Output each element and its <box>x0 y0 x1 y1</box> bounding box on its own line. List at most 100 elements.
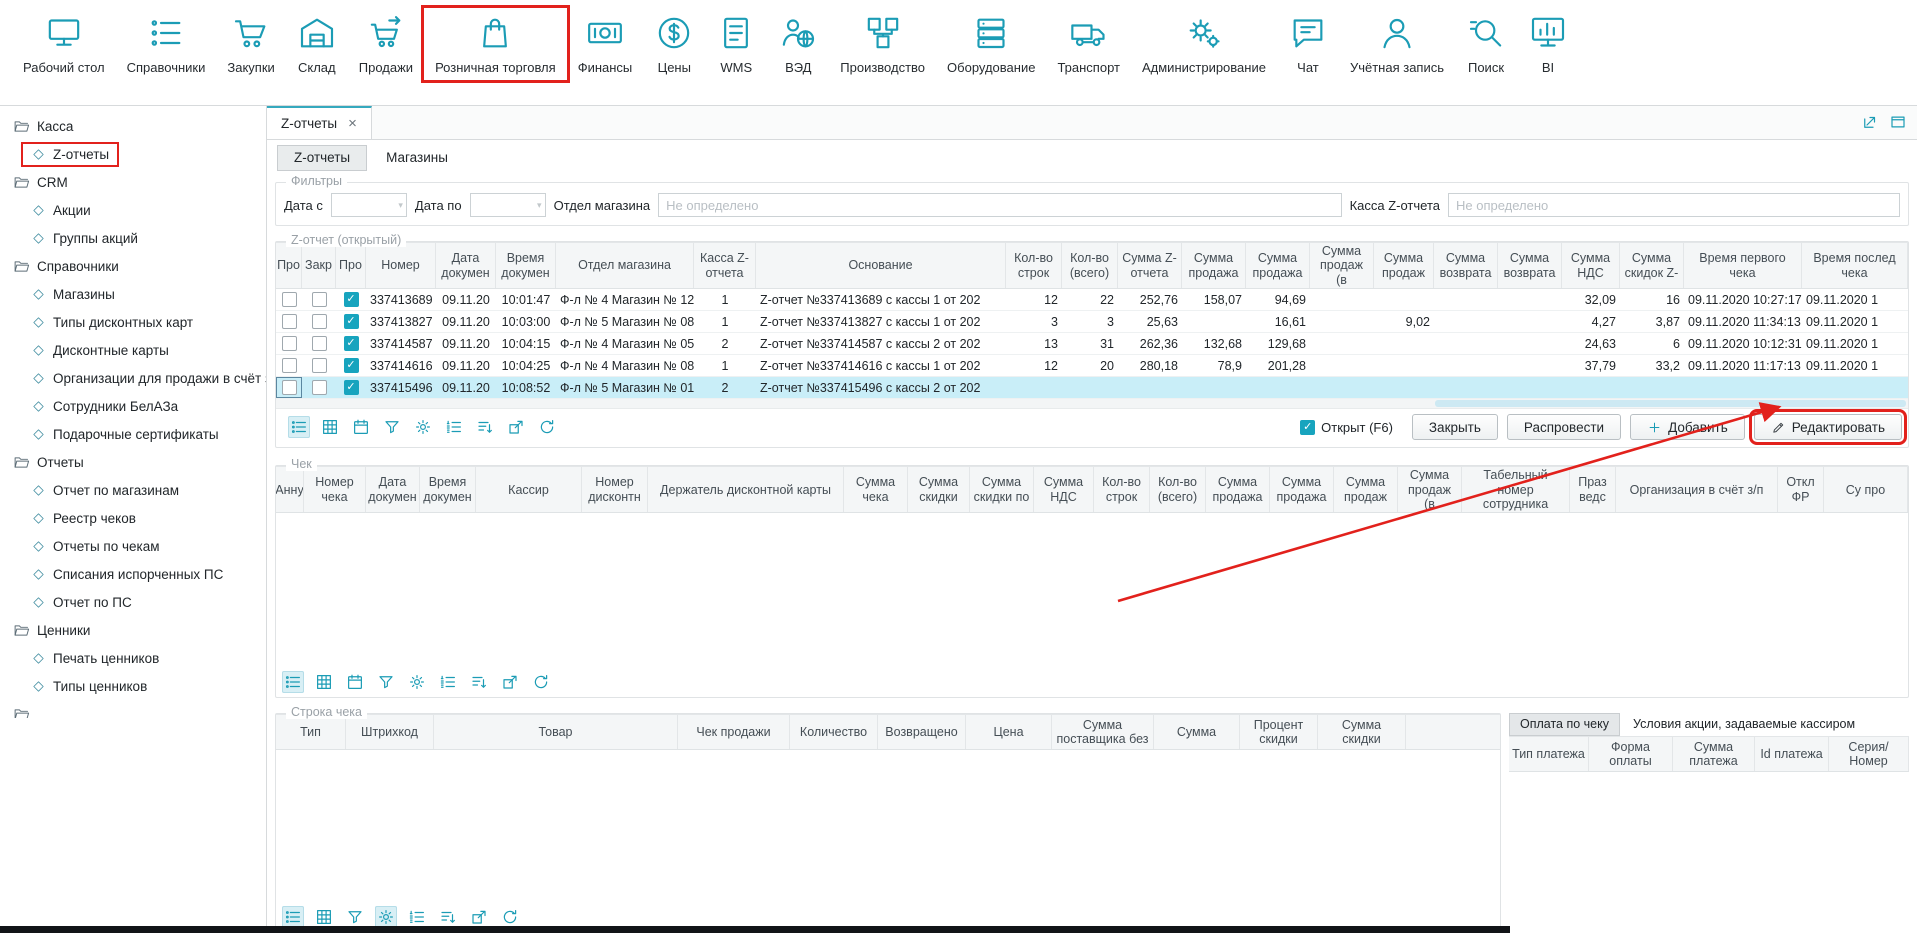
sidebar-item[interactable]: Печать ценников <box>0 644 266 672</box>
column-header[interactable]: Кассир <box>476 467 582 512</box>
column-header[interactable]: Дата докумен <box>366 467 420 512</box>
add-button[interactable]: Добавить <box>1630 414 1745 440</box>
column-header[interactable]: Серия/ Номер <box>1829 737 1909 771</box>
refresh-icon[interactable] <box>536 416 558 438</box>
export-icon[interactable] <box>468 906 490 928</box>
table-row[interactable]: ✓33741458709.11.2010:04:15Ф-л № 4 Магази… <box>276 333 1908 355</box>
filter-icon[interactable] <box>375 671 397 693</box>
sidebar-folder[interactable]: CRM <box>0 168 266 196</box>
gridview-icon[interactable] <box>313 906 335 928</box>
module-bi[interactable]: BI <box>1517 8 1579 80</box>
scrollbar-thumb[interactable] <box>1435 400 1906 407</box>
column-header[interactable]: Процент скидки <box>1240 715 1318 749</box>
calendar-icon[interactable] <box>344 671 366 693</box>
module-finance[interactable]: Финансы <box>567 8 644 80</box>
sidebar-item[interactable]: Реестр чеков <box>0 504 266 532</box>
table-row[interactable]: ✓33741368909.11.2010:01:47Ф-л № 4 Магази… <box>276 289 1908 311</box>
horizontal-scrollbar[interactable] <box>276 399 1908 409</box>
column-header[interactable]: Сумма платежа <box>1673 737 1755 771</box>
column-header[interactable]: Сумма продаж (в <box>1310 243 1374 288</box>
column-header[interactable]: Количество <box>790 715 878 749</box>
popout-icon[interactable] <box>1861 113 1879 131</box>
edit-button[interactable]: Редактировать <box>1754 414 1902 440</box>
gridview-icon[interactable] <box>319 416 341 438</box>
column-header[interactable]: Чек продажи <box>678 715 790 749</box>
column-header[interactable]: Откл ФР <box>1778 467 1824 512</box>
tab-payment-by-check[interactable]: Оплата по чеку <box>1509 713 1620 736</box>
checkbox[interactable] <box>312 336 327 351</box>
checkbox[interactable] <box>312 314 327 329</box>
sidebar-item[interactable]: Отчеты по чекам <box>0 532 266 560</box>
module-account[interactable]: Учётная запись <box>1339 8 1455 80</box>
column-header[interactable]: Дата докумен <box>436 243 496 288</box>
module-ved[interactable]: ВЭД <box>767 8 829 80</box>
listview-icon[interactable] <box>282 671 304 693</box>
module-search[interactable]: Поиск <box>1455 8 1517 80</box>
sidebar-item[interactable]: Сотрудники БелАЗа <box>0 392 266 420</box>
sidebar-folder[interactable]: Отчеты <box>0 448 266 476</box>
column-header[interactable]: Сумма НДС <box>1562 243 1620 288</box>
checkbox[interactable]: ✓ <box>344 314 359 329</box>
column-header[interactable]: Сумма поставщика без <box>1052 715 1154 749</box>
column-header[interactable]: Закр <box>302 243 336 288</box>
sortlist-icon[interactable] <box>468 671 490 693</box>
checkbox[interactable]: ✓ <box>344 336 359 351</box>
window-icon[interactable] <box>1889 113 1907 131</box>
row-checkbox-cell[interactable] <box>302 377 336 398</box>
row-checkbox-cell[interactable]: ✓ <box>336 289 366 310</box>
column-header[interactable]: Сумма продажа <box>1182 243 1246 288</box>
table-row[interactable]: ✓33741382709.11.2010:03:00Ф-л № 5 Магази… <box>276 311 1908 333</box>
column-header[interactable]: Отдел магазина <box>556 243 694 288</box>
column-header[interactable]: Кол-во (всего) <box>1150 467 1206 512</box>
listview-icon[interactable] <box>282 906 304 928</box>
tab-z-reports[interactable]: Z-отчеты <box>277 145 367 171</box>
checkbox[interactable] <box>282 380 297 395</box>
date-to-input[interactable] <box>470 193 546 217</box>
filter-icon[interactable] <box>381 416 403 438</box>
numberedlist-icon[interactable] <box>443 416 465 438</box>
row-checkbox-cell[interactable] <box>302 333 336 354</box>
column-header[interactable]: Сумма продажа <box>1206 467 1270 512</box>
column-header[interactable]: Сумма продажа <box>1246 243 1310 288</box>
sidebar-folder[interactable]: Касса <box>0 112 266 140</box>
module-transport[interactable]: Транспорт <box>1046 8 1131 80</box>
tab-stores[interactable]: Магазины <box>369 145 465 171</box>
row-checkbox-cell[interactable] <box>276 311 302 332</box>
row-checkbox-cell[interactable]: ✓ <box>336 355 366 376</box>
unpost-button[interactable]: Распровести <box>1507 414 1621 440</box>
checkbox[interactable] <box>282 358 297 373</box>
column-header[interactable]: Сумма возврата <box>1434 243 1498 288</box>
sidebar-item[interactable]: Группы акций <box>0 224 266 252</box>
row-checkbox-cell[interactable] <box>302 311 336 332</box>
sidebar-item[interactable]: Акции <box>0 196 266 224</box>
open-f6-checkbox[interactable]: ✓ Открыт (F6) <box>1300 420 1393 435</box>
column-header[interactable]: Сумма скидки <box>908 467 970 512</box>
sortlist-icon[interactable] <box>474 416 496 438</box>
row-checkbox-cell[interactable] <box>276 333 302 354</box>
column-header[interactable]: Id платежа <box>1755 737 1829 771</box>
module-sales[interactable]: Продажи <box>348 8 424 80</box>
export-icon[interactable] <box>499 671 521 693</box>
row-checkbox-cell[interactable]: ✓ <box>336 311 366 332</box>
column-header[interactable]: Номер чека <box>304 467 366 512</box>
column-header[interactable]: Сумма продажа <box>1270 467 1334 512</box>
column-header[interactable]: Сумма чека <box>844 467 908 512</box>
sidebar-folder[interactable]: Справочники <box>0 252 266 280</box>
filter-icon[interactable] <box>344 906 366 928</box>
checkbox[interactable] <box>312 292 327 307</box>
column-header[interactable]: Кол-во (всего) <box>1062 243 1118 288</box>
column-header[interactable]: Сумма продаж (в <box>1398 467 1462 512</box>
sidebar-item[interactable]: Типы ценников <box>0 672 266 700</box>
column-header[interactable]: Цена <box>966 715 1052 749</box>
row-checkbox-cell[interactable] <box>276 377 302 398</box>
column-header[interactable]: Кол-во строк <box>1006 243 1062 288</box>
sidebar-item[interactable]: Типы дисконтных карт <box>0 308 266 336</box>
module-references[interactable]: Справочники <box>116 8 217 80</box>
numberedlist-icon[interactable] <box>406 906 428 928</box>
sidebar-item-z-reports[interactable]: Z-отчеты <box>0 140 266 168</box>
column-header[interactable]: Касса Z-отчета <box>694 243 756 288</box>
column-header[interactable]: Про <box>336 243 366 288</box>
column-header[interactable]: Номер дисконтн <box>582 467 648 512</box>
row-checkbox-cell[interactable]: ✓ <box>336 333 366 354</box>
column-header[interactable]: Основание <box>756 243 1006 288</box>
